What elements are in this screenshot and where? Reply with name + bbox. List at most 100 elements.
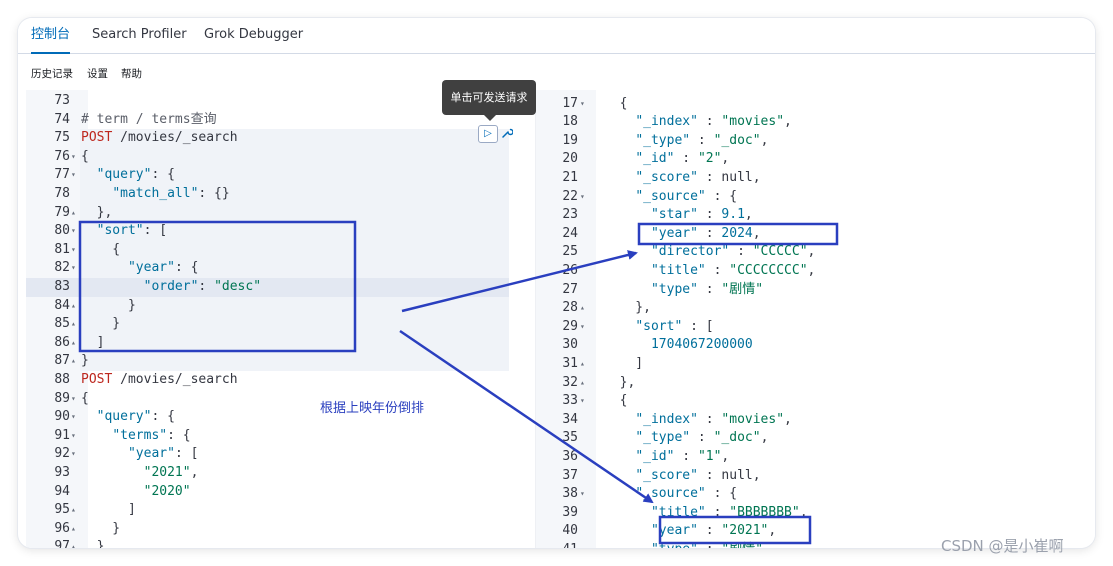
code-token: "_id" [635, 449, 675, 464]
code-line[interactable]: 80 ▾ "sort": [ [26, 222, 509, 241]
code-line[interactable]: 85 ▴ } [26, 315, 509, 334]
code-line[interactable]: 82 ▾ "year": { [26, 259, 509, 278]
code-text: POST /movies/_search [81, 371, 238, 390]
request-editor[interactable]: 73 74 # term / terms查询 75 POST /movies/_sear… [26, 90, 509, 548]
fold-toggle-icon[interactable]: ▾ [71, 148, 76, 167]
fold-toggle-icon[interactable]: ▴ [71, 315, 76, 334]
code-line[interactable]: 22 ▾ "_source" : { [536, 188, 1095, 207]
code-text: ] [81, 501, 136, 520]
code-line[interactable]: 87 ▴} [26, 352, 509, 371]
run-request-button[interactable]: ▷ [478, 125, 498, 143]
code-line[interactable]: 79 ▴ }, [26, 204, 509, 223]
code-line[interactable]: 21 "_score" : null, [536, 169, 1095, 188]
fold-toggle-icon[interactable]: ▾ [580, 318, 585, 337]
code-token: : [690, 132, 714, 148]
code-line[interactable]: 94 "2020" [26, 483, 509, 502]
fold-toggle-icon[interactable]: ▴ [71, 352, 76, 371]
fold-toggle-icon[interactable]: ▾ [580, 188, 585, 207]
code-text: # term / terms查询 [81, 111, 217, 130]
code-token: "_source" [635, 188, 706, 204]
code-line[interactable]: 20 "_id" : "2", [536, 150, 1095, 169]
tab-console[interactable]: 控制台 [31, 18, 71, 54]
code-line[interactable]: 23 "star" : 9.1, [536, 206, 1095, 225]
code-line[interactable]: 78 "match_all": {} [26, 185, 509, 204]
fold-toggle-icon[interactable]: ▴ [71, 334, 76, 353]
code-line[interactable]: 37 "_score" : null, [536, 467, 1095, 486]
code-line[interactable]: 76 ▾ { [26, 148, 509, 167]
code-line[interactable]: 28 ▴ }, [536, 299, 1095, 318]
menu-settings[interactable]: 设置 [87, 66, 108, 81]
code-line[interactable]: 32 ▴ }, [536, 374, 1095, 393]
tab-grok-debugger[interactable]: Grok Debugger [204, 18, 303, 54]
code-line[interactable]: 92 ▾ "year": [ [26, 445, 509, 464]
code-line[interactable]: 96 ▴ } [26, 520, 509, 539]
line-number: 93 [54, 465, 70, 480]
code-line[interactable]: 73 [26, 92, 509, 111]
code-line[interactable]: 97 ▴ } [26, 538, 509, 548]
line-number: 88 [54, 372, 70, 387]
fold-toggle-icon[interactable]: ▴ [580, 374, 585, 393]
code-line[interactable]: 84 ▴ } [26, 297, 509, 316]
fold-toggle-icon[interactable]: ▾ [71, 241, 76, 260]
code-line[interactable]: 36 "_id" : "1", [536, 448, 1095, 467]
code-line[interactable]: 30 1704067200000 [536, 336, 1095, 355]
code-line[interactable]: 89 ▾ { [26, 390, 509, 409]
code-line[interactable]: 34 "_index" : "movies", [536, 411, 1095, 430]
code-line[interactable]: 93 "2021", [26, 464, 509, 483]
code-line[interactable]: 90 ▾ "query": { [26, 408, 509, 427]
code-line[interactable]: 38 ▾ "_source" : { [536, 485, 1095, 504]
fold-toggle-icon[interactable]: ▾ [71, 427, 76, 446]
code-token: : { [167, 427, 191, 443]
code-line[interactable]: 83 "order": "desc" [26, 278, 509, 297]
code-line[interactable]: 88 POST /movies/_search [26, 371, 509, 390]
tab-search-profiler[interactable]: Search Profiler [92, 18, 187, 54]
code-line[interactable]: 29 ▾ "sort" : [ [536, 318, 1095, 337]
code-line[interactable]: 81 ▾ { [26, 241, 509, 260]
code-token: "2021" [143, 465, 191, 480]
code-token: } [81, 353, 89, 369]
code-line[interactable]: 91 ▾ "terms": { [26, 427, 509, 446]
code-token: 2024 [721, 225, 753, 241]
fold-toggle-icon[interactable]: ▾ [580, 392, 585, 411]
code-line[interactable]: 95 ▴ ] [26, 501, 509, 520]
code-line[interactable]: 24 "year" : 2024, [536, 225, 1095, 244]
code-line[interactable]: 33 ▾ { [536, 392, 1095, 411]
line-number: 96 [54, 520, 70, 536]
code-token: : null, [697, 467, 761, 483]
response-viewer[interactable]: 16"hits" : [17▾ {18 "_index" : "movies",… [535, 90, 1095, 548]
code-line[interactable]: 17 ▾ { [536, 95, 1095, 114]
wrench-icon[interactable] [500, 126, 514, 142]
code-line[interactable]: 19 "_type" : "_doc", [536, 132, 1095, 151]
code-line[interactable]: 31 ▴ ] [536, 355, 1095, 374]
fold-toggle-icon[interactable]: ▾ [71, 408, 76, 427]
code-line[interactable]: 27 "type" : "剧情" [536, 281, 1095, 300]
code-line[interactable]: 86 ▴ ] [26, 334, 509, 353]
line-number: 34 [562, 411, 578, 427]
menu-history[interactable]: 历史记录 [31, 66, 73, 81]
code-line[interactable]: 26 "title" : "CCCCCCCC", [536, 262, 1095, 281]
fold-toggle-icon[interactable]: ▴ [71, 204, 76, 223]
code-line[interactable]: 25 "director" : "CCCCC", [536, 243, 1095, 262]
fold-toggle-icon[interactable]: ▾ [71, 259, 76, 278]
fold-toggle-icon[interactable]: ▾ [580, 485, 585, 504]
fold-toggle-icon[interactable]: ▾ [71, 222, 76, 241]
fold-toggle-icon[interactable]: ▴ [71, 520, 76, 539]
code-line[interactable]: 35 "_type" : "_doc", [536, 429, 1095, 448]
fold-toggle-icon[interactable]: ▴ [71, 538, 76, 548]
code-line[interactable]: 75 POST /movies/_search [26, 129, 509, 148]
code-line[interactable]: 18 "_index" : "movies", [536, 113, 1095, 132]
code-line[interactable]: 74 # term / terms查询 [26, 111, 509, 130]
fold-toggle-icon[interactable]: ▾ [71, 445, 76, 464]
fold-toggle-icon[interactable]: ▴ [580, 355, 585, 374]
fold-toggle-icon[interactable]: ▾ [580, 95, 585, 114]
fold-toggle-icon[interactable]: ▾ [71, 166, 76, 185]
fold-toggle-icon[interactable]: ▾ [71, 390, 76, 409]
line-number: 79 [54, 204, 70, 220]
code-line[interactable]: 77 ▾ "query": { [26, 166, 509, 185]
fold-toggle-icon[interactable]: ▴ [71, 297, 76, 316]
fold-toggle-icon[interactable]: ▴ [71, 501, 76, 520]
code-line[interactable]: 39 "title" : "BBBBBBB", [536, 504, 1095, 523]
code-token: "_type" [635, 430, 691, 446]
fold-toggle-icon[interactable]: ▴ [580, 299, 585, 318]
menu-help[interactable]: 帮助 [121, 66, 142, 81]
